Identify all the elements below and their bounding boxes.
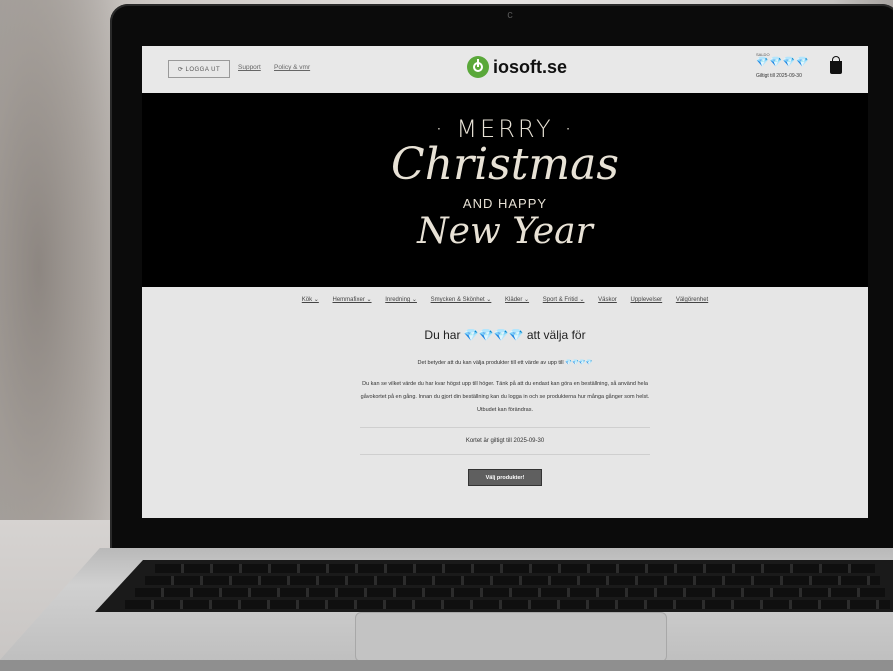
nav-item-klader[interactable]: Kläder ⌄ <box>505 297 529 303</box>
card-valid-text: Kortet är giltigt till 2025-09-30 <box>465 438 545 444</box>
nav-item-vaskor[interactable]: Väskor <box>598 297 617 303</box>
support-link[interactable]: Support <box>238 64 261 71</box>
nav-item-smycken[interactable]: Smycken & Skönhet ⌄ <box>431 297 492 303</box>
key-row <box>125 600 890 609</box>
key-row <box>145 576 880 585</box>
banner-new-year: New Year <box>417 211 593 252</box>
policy-link[interactable]: Policy & vmr <box>274 64 310 71</box>
logo-text: iosoft.se <box>493 56 568 77</box>
shopping-bag-icon[interactable] <box>830 56 842 74</box>
divider <box>360 427 650 428</box>
info-paragraph: Du kan se vilket värde du har kvar högst… <box>360 381 650 413</box>
key-row <box>155 564 875 573</box>
camera-icon: c <box>507 9 513 21</box>
keyboard <box>95 560 893 612</box>
category-nav: Kök ⌄ Hemmafixer ⌄ Inredning ⌄ Smycken &… <box>142 296 868 303</box>
nav-item-inredning[interactable]: Inredning ⌄ <box>385 297 417 303</box>
site-logo[interactable]: iosoft.se <box>467 56 567 78</box>
nav-item-sport[interactable]: Sport & Fritid ⌄ <box>543 297 585 303</box>
site-header: ⟳ LOGGA UT Support Policy & vmr iosoft.s… <box>142 46 868 93</box>
laptop-base-edge <box>0 660 893 671</box>
nav-item-upplevelser[interactable]: Upplevelser <box>630 297 662 303</box>
main-content: Du har 💎💎💎💎 att välja för Det betyder at… <box>142 328 868 486</box>
christmas-banner: · MERRY · Christmas AND HAPPY New Year <box>142 93 868 287</box>
intro-line: Det betyder att du kan välja produkter t… <box>417 360 593 366</box>
logout-button[interactable]: ⟳ LOGGA UT <box>168 60 230 78</box>
trackpad <box>355 612 667 662</box>
power-icon <box>467 56 489 78</box>
laptop-screen: ⟳ LOGGA UT Support Policy & vmr iosoft.s… <box>142 46 868 518</box>
choose-products-button[interactable]: Välj produkter! <box>468 469 542 486</box>
divider <box>360 454 650 455</box>
page-title: Du har 💎💎💎💎 att välja för <box>424 328 586 342</box>
banner-and-happy: AND HAPPY <box>462 196 548 211</box>
nav-item-valgorenhet[interactable]: Välgörenhet <box>676 297 708 303</box>
nav-item-hemmafixer[interactable]: Hemmafixer ⌄ <box>333 297 372 303</box>
key-row <box>135 588 885 597</box>
nav-item-kok[interactable]: Kök ⌄ <box>302 297 319 303</box>
valid-until: Giltigt till 2025-09-30 <box>756 73 802 79</box>
banner-christmas: Christmas <box>391 139 619 190</box>
balance-gems: 💎💎💎💎 <box>756 57 810 68</box>
